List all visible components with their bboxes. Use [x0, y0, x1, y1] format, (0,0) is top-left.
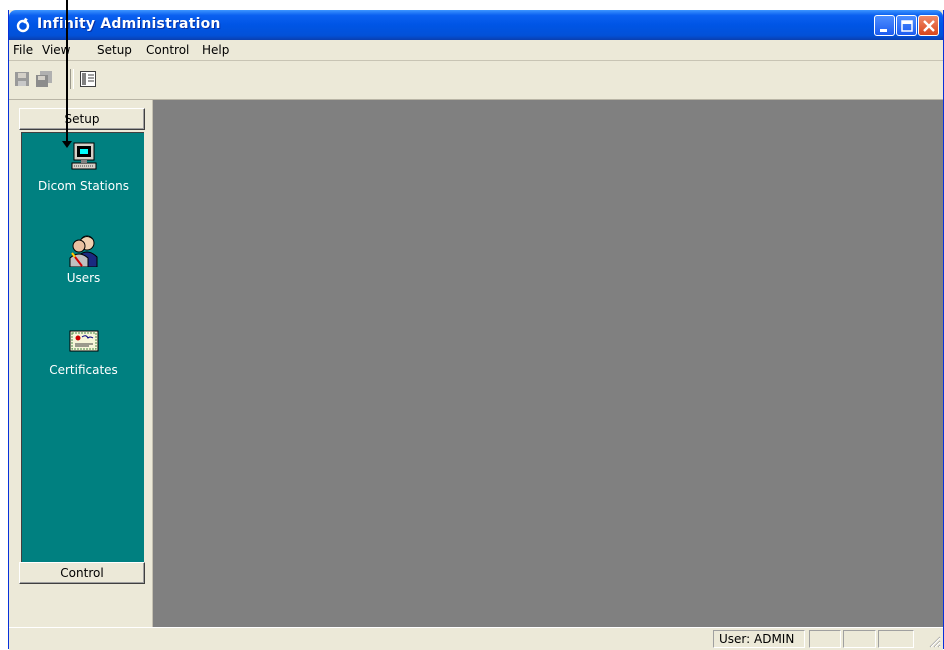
nav-item-certificates[interactable]: Certificates	[22, 325, 145, 377]
close-icon	[923, 20, 935, 32]
save-icon[interactable]	[13, 70, 31, 88]
minimize-icon	[880, 29, 887, 32]
menu-setup[interactable]: Setup	[97, 43, 132, 57]
resize-grip-icon[interactable]	[927, 634, 941, 648]
menu-control[interactable]: Control	[146, 43, 189, 57]
app-window: Infinity Administration File View Setup …	[8, 10, 944, 650]
setup-group-panel: Dicom Stations Users Certificates	[21, 132, 144, 562]
callout-arrowhead	[62, 141, 72, 148]
toolbar-separator	[70, 69, 74, 89]
save-all-icon[interactable]	[35, 70, 53, 88]
properties-icon[interactable]	[79, 70, 97, 88]
menu-bar: File View Setup Control Help	[9, 40, 943, 61]
nav-label-users: Users	[66, 271, 101, 285]
maximize-icon	[901, 20, 913, 32]
app-logo-icon	[16, 17, 30, 33]
window-title: Infinity Administration	[37, 16, 221, 32]
setup-group-button[interactable]: Setup	[19, 108, 145, 130]
minimize-button[interactable]	[874, 15, 895, 36]
nav-item-dicom-stations[interactable]: Dicom Stations	[22, 141, 145, 193]
control-group-button[interactable]: Control	[19, 562, 145, 584]
callout-line	[66, 0, 68, 143]
status-panel	[843, 630, 876, 648]
status-panel	[878, 630, 914, 648]
status-user-panel: User: ADMIN	[713, 630, 805, 648]
close-button[interactable]	[918, 15, 939, 36]
status-panel	[809, 630, 841, 648]
toolbar	[9, 61, 943, 100]
title-bar[interactable]: Infinity Administration	[9, 10, 943, 40]
certificate-icon	[69, 330, 98, 352]
nav-item-users[interactable]: Users	[22, 233, 145, 285]
maximize-button[interactable]	[896, 15, 917, 36]
navigation-pane: Setup Dicom Stations Users Certificates …	[9, 100, 153, 627]
nav-label-certificates: Certificates	[49, 363, 118, 377]
status-user-text: User: ADMIN	[719, 632, 795, 646]
mdi-client-area[interactable]	[153, 100, 943, 627]
users-icon	[69, 235, 97, 267]
menu-file[interactable]: File	[13, 43, 33, 57]
menu-help[interactable]: Help	[202, 43, 229, 57]
nav-label-dicom-stations: Dicom Stations	[38, 179, 129, 193]
status-bar: User: ADMIN	[9, 627, 943, 650]
